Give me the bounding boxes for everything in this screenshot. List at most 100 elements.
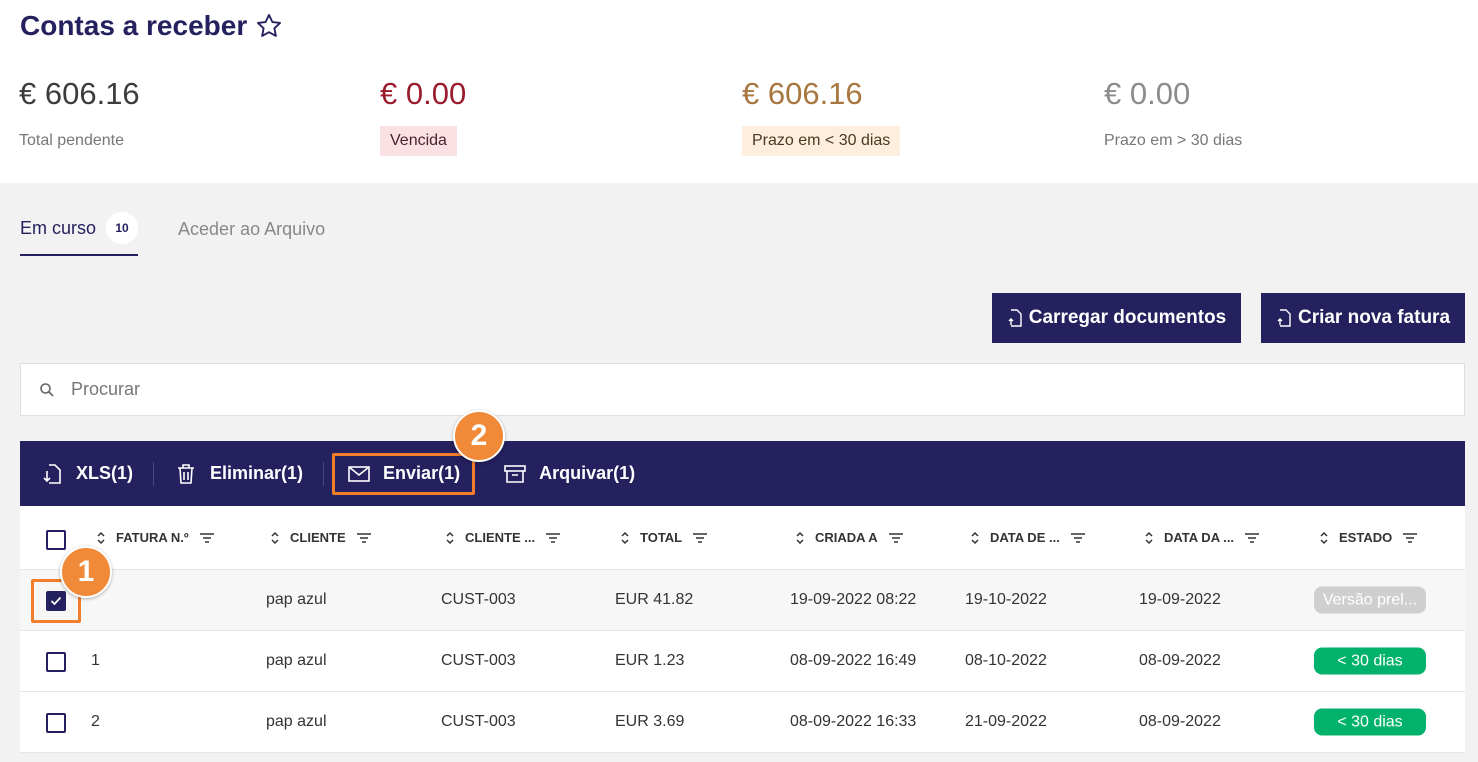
sort-icon	[971, 531, 979, 544]
table-row[interactable]: 2 pap azul CUST-003 EUR 3.69 08-09-2022 …	[20, 692, 1465, 753]
tab-label: Aceder ao Arquivo	[178, 218, 326, 239]
row-checkbox[interactable]	[46, 713, 66, 733]
checkmark-icon	[50, 596, 62, 606]
tab-count-badge: 10	[106, 212, 139, 244]
client-name: pap azul	[266, 652, 327, 669]
page-title: Contas a receber	[20, 10, 283, 42]
invoice-date: 08-09-2022	[1139, 713, 1221, 730]
upload-documents-button[interactable]: Carregar documentos	[992, 293, 1241, 343]
filter-icon[interactable]	[888, 532, 904, 544]
bulk-action-bar: XLS(1) Eliminar(1) Enviar(1) Arquivar(1)	[20, 441, 1465, 506]
filter-icon[interactable]	[199, 532, 215, 544]
filter-icon[interactable]	[1244, 532, 1260, 544]
document-upload-icon	[1008, 309, 1022, 327]
search-icon	[40, 382, 54, 397]
created-date: 08-09-2022 16:49	[790, 652, 917, 669]
client-id: CUST-003	[441, 713, 516, 730]
filter-icon[interactable]	[1402, 532, 1418, 544]
filter-icon[interactable]	[692, 532, 708, 544]
kpi-amount: € 0.00	[380, 76, 467, 111]
table-row[interactable]: 1 pap azul CUST-003 EUR 1.23 08-09-2022 …	[20, 631, 1465, 692]
select-all-checkbox[interactable]	[46, 530, 66, 550]
sort-icon	[796, 531, 804, 544]
status-badge: < 30 dias	[1314, 647, 1426, 675]
action-label: Arquivar(1)	[539, 463, 636, 483]
table-row[interactable]: pap azul CUST-003 EUR 41.82 19-09-2022 0…	[20, 570, 1465, 631]
client-id: CUST-003	[441, 591, 516, 608]
due-date: 08-10-2022	[965, 652, 1047, 669]
column-label: DATA DE ...	[990, 530, 1060, 545]
divider	[323, 461, 325, 486]
column-label: FATURA N.º	[116, 530, 189, 545]
filter-icon[interactable]	[1070, 532, 1086, 544]
search-bar	[20, 363, 1465, 416]
created-date: 08-09-2022 16:33	[790, 713, 917, 730]
archive-action[interactable]: Arquivar(1)	[483, 459, 655, 489]
column-label: CLIENTE	[290, 530, 346, 545]
action-label: Eliminar(1)	[210, 463, 304, 483]
total-amount: EUR 41.82	[615, 591, 694, 608]
sort-icon	[446, 531, 454, 544]
invoice-table: FATURA N.º CLIENTE CLIENTE ... TOTAL CRI…	[20, 506, 1465, 753]
search-input[interactable]	[71, 379, 1371, 400]
step-callout-1: 1	[60, 546, 112, 598]
tab-archive[interactable]: Aceder ao Arquivo	[178, 212, 325, 256]
summary-panel: Contas a receber € 606.16 Total pendente…	[0, 0, 1478, 183]
sort-icon	[1145, 531, 1153, 544]
invoice-number: 2	[91, 713, 100, 730]
export-xls-action[interactable]: XLS(1)	[40, 459, 153, 489]
status-badge: < 30 dias	[1314, 708, 1426, 736]
sort-icon	[1320, 531, 1328, 544]
column-header[interactable]: CRIADA A	[795, 530, 904, 546]
kpi-label: Total pendente	[19, 132, 124, 149]
kpi-total-pending: € 606.16 Total pendente	[19, 76, 140, 156]
mail-icon	[348, 465, 370, 482]
row-checkbox[interactable]	[46, 591, 66, 611]
kpi-amount: € 0.00	[1104, 76, 1191, 111]
column-header[interactable]: TOTAL	[620, 530, 708, 546]
kpi-overdue: € 0.00 Vencida	[380, 76, 466, 156]
upload-documents-label: Carregar documentos	[1028, 307, 1227, 328]
column-header[interactable]: CLIENTE	[270, 530, 372, 546]
column-label: CRIADA A	[815, 530, 878, 545]
client-name: pap azul	[266, 591, 327, 608]
action-label: XLS(1)	[76, 463, 134, 483]
invoice-number: 1	[91, 652, 100, 669]
kpi-label: Prazo em > 30 dias	[1104, 132, 1243, 149]
table-header: FATURA N.º CLIENTE CLIENTE ... TOTAL CRI…	[20, 506, 1465, 570]
total-amount: EUR 3.69	[615, 713, 685, 730]
due-date: 21-09-2022	[965, 713, 1047, 730]
client-id: CUST-003	[441, 652, 516, 669]
created-date: 19-09-2022 08:22	[790, 591, 917, 608]
column-header[interactable]: FATURA N.º	[96, 530, 215, 546]
archive-box-icon	[504, 464, 526, 483]
page-title-text: Contas a receber	[20, 10, 248, 41]
sort-icon	[621, 531, 629, 544]
create-invoice-button[interactable]: Criar nova fatura	[1261, 293, 1465, 343]
tab-in-progress[interactable]: Em curso 10	[20, 212, 139, 256]
column-label: ESTADO	[1339, 530, 1393, 545]
column-label: CLIENTE ...	[465, 530, 536, 545]
column-header[interactable]: DATA DA ...	[1144, 530, 1260, 546]
filter-icon[interactable]	[545, 532, 561, 544]
document-add-icon	[1277, 309, 1291, 327]
column-label: TOTAL	[640, 530, 683, 545]
action-label: Enviar(1)	[383, 463, 461, 483]
column-label: DATA DA ...	[1164, 530, 1235, 545]
row-checkbox[interactable]	[46, 652, 66, 672]
star-icon[interactable]	[255, 12, 283, 40]
send-action[interactable]: Enviar(1)	[332, 452, 476, 495]
sort-icon	[97, 531, 105, 544]
column-header[interactable]: CLIENTE ...	[445, 530, 561, 546]
kpi-label-badge: Prazo em < 30 dias	[742, 126, 901, 156]
due-date: 19-10-2022	[965, 591, 1047, 608]
column-header[interactable]: ESTADO	[1319, 530, 1418, 546]
filter-icon[interactable]	[356, 532, 372, 544]
tab-bar: Em curso 10 Aceder ao Arquivo	[20, 212, 325, 256]
invoice-date: 08-09-2022	[1139, 652, 1221, 669]
delete-action[interactable]: Eliminar(1)	[154, 459, 323, 489]
create-invoice-label: Criar nova fatura	[1297, 307, 1451, 328]
status-badge: Versão prel...	[1314, 586, 1426, 614]
export-icon	[43, 463, 61, 484]
column-header[interactable]: DATA DE ...	[970, 530, 1086, 546]
